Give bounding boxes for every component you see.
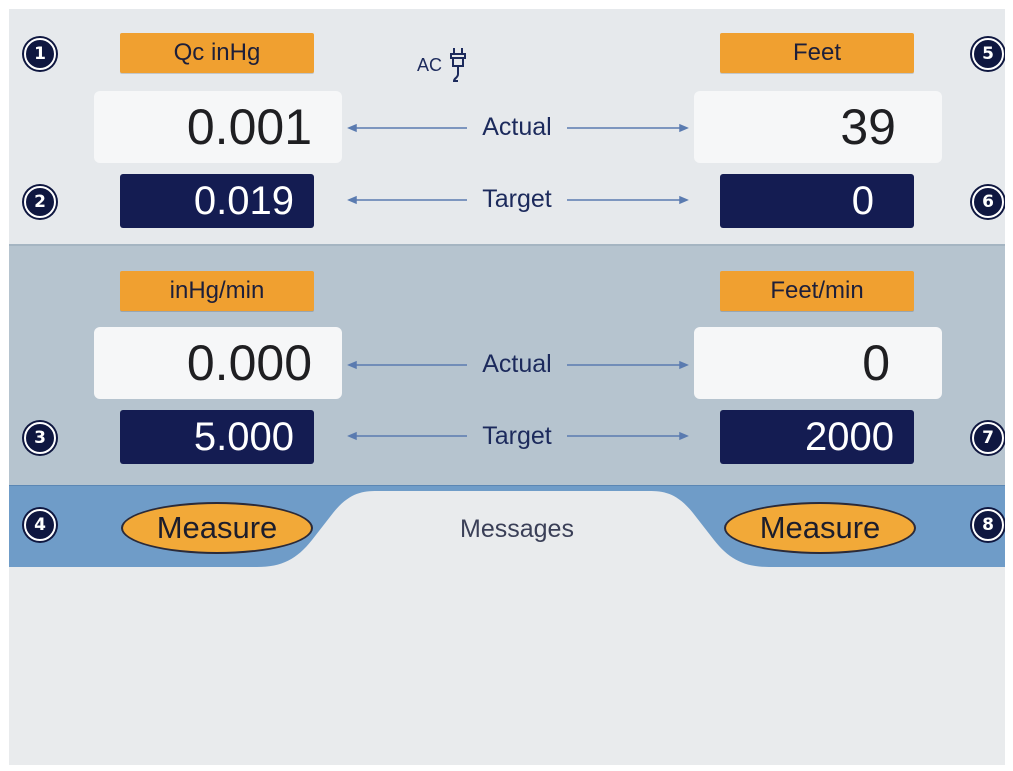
badge-6-icon: 6 — [972, 186, 1004, 218]
pressure-rate-actual-value: 0.000 — [94, 327, 342, 399]
badge-4-icon: 4 — [24, 509, 56, 541]
pressure-unit-button[interactable]: Qc inHg — [120, 33, 314, 73]
instrument-screen: 1 2 3 4 5 6 7 8 AC Qc inHg 0.001 0.019 i… — [9, 9, 1005, 765]
badge-1-icon: 1 — [24, 38, 56, 70]
altitude-rate-unit-button[interactable]: Feet/min — [720, 271, 914, 311]
badge-7-icon: 7 — [972, 422, 1004, 454]
pressure-actual-value: 0.001 — [94, 91, 342, 163]
messages-tab[interactable]: Messages — [409, 515, 625, 544]
measure-altitude-button[interactable]: Measure — [724, 502, 916, 554]
badge-3-icon: 3 — [24, 422, 56, 454]
plug-icon — [450, 48, 467, 82]
measure-pressure-button[interactable]: Measure — [121, 502, 313, 554]
badge-5-icon: 5 — [972, 38, 1004, 70]
altitude-target-field[interactable]: 0 — [720, 174, 914, 228]
badge-2-icon: 2 — [24, 186, 56, 218]
target-label: Target — [482, 185, 552, 213]
altitude-unit-button[interactable]: Feet — [720, 33, 914, 73]
altitude-actual-value: 39 — [694, 91, 942, 163]
power-indicator: AC — [417, 47, 468, 83]
altitude-rate-target-field[interactable]: 2000 — [720, 410, 914, 464]
actual-label: Actual — [482, 113, 552, 141]
rate-actual-label: Actual — [482, 350, 552, 378]
pressure-target-field[interactable]: 0.019 — [120, 174, 314, 228]
power-label: AC — [417, 54, 443, 75]
altitude-rate-actual-value: 0 — [694, 327, 942, 399]
rate-target-label: Target — [482, 422, 552, 450]
pressure-rate-unit-button[interactable]: inHg/min — [120, 271, 314, 311]
badge-8-icon: 8 — [972, 509, 1004, 541]
pressure-rate-target-field[interactable]: 5.000 — [120, 410, 314, 464]
